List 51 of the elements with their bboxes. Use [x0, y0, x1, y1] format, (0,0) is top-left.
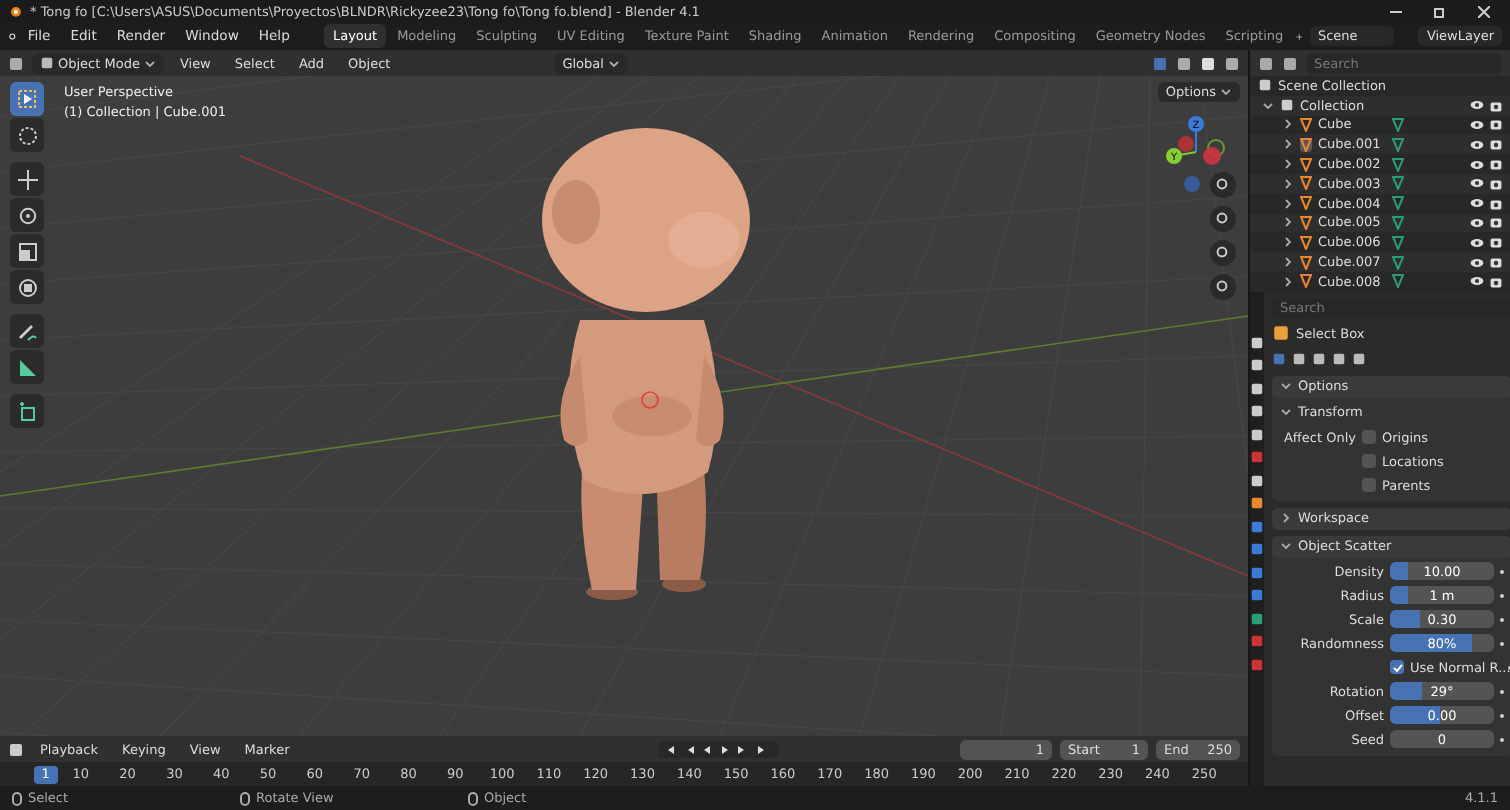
chevron-icon[interactable]: [607, 57, 620, 69]
select-box-tool[interactable]: [10, 82, 44, 116]
add-cube-tool[interactable]: [10, 394, 44, 428]
add-icon[interactable]: [1295, 29, 1302, 43]
cursor-icon: [18, 90, 36, 108]
minimize-icon[interactable]: [1390, 5, 1402, 17]
eye-icon[interactable]: [1470, 100, 1484, 111]
eye-icon[interactable]: [1470, 276, 1484, 287]
viewport-nav-button[interactable]: [1210, 206, 1236, 232]
eye-icon[interactable]: [1470, 139, 1484, 150]
checkbox[interactable]: [1390, 660, 1404, 675]
chevron-icon[interactable]: [1220, 86, 1232, 98]
move-arrows-icon: [17, 169, 37, 189]
chevron-icon[interactable]: [143, 57, 156, 69]
checkbox[interactable]: [1362, 430, 1376, 445]
checkbox[interactable]: [1362, 454, 1376, 469]
eye-icon[interactable]: [1470, 178, 1484, 189]
playback-controls-icon[interactable]: [657, 741, 778, 757]
ruler-icon: [17, 357, 37, 377]
move-tool[interactable]: [10, 162, 44, 196]
restore-icon[interactable]: [1434, 5, 1446, 17]
viewport-nav-button[interactable]: [1210, 240, 1236, 266]
transform-icon: [17, 277, 37, 297]
scale-icon: [17, 241, 37, 261]
eye-icon[interactable]: [1470, 198, 1484, 209]
eye-icon[interactable]: [1470, 217, 1484, 228]
viewport-nav-button[interactable]: [1210, 172, 1236, 198]
editor-type-icon[interactable]: [1258, 55, 1274, 71]
eye-icon[interactable]: [1470, 119, 1484, 130]
eye-icon[interactable]: [1470, 237, 1484, 248]
rotate-icon: [17, 205, 37, 225]
cursor-tool[interactable]: [10, 118, 44, 152]
chevron-icon[interactable]: [1280, 540, 1292, 553]
mouse-icon: [240, 791, 250, 805]
mouse-icon: [12, 791, 22, 805]
editor-type-icon[interactable]: [8, 55, 24, 71]
checkbox[interactable]: [1362, 478, 1376, 493]
measure-tool[interactable]: [10, 350, 44, 384]
chevron-icon[interactable]: [1262, 99, 1274, 112]
mouse-icon: [468, 791, 478, 805]
pencil-icon: [17, 321, 37, 341]
close-icon[interactable]: [1478, 5, 1490, 17]
crosshair-circle-icon: [17, 125, 37, 145]
viewport-nav-button[interactable]: [1210, 274, 1236, 300]
annotate-tool[interactable]: [10, 314, 44, 348]
eye-icon[interactable]: [1470, 257, 1484, 268]
rotate-tool[interactable]: [10, 198, 44, 232]
eye-icon[interactable]: [1470, 159, 1484, 170]
transform-tool[interactable]: [10, 270, 44, 304]
chevron-icon[interactable]: [1280, 512, 1292, 525]
scale-tool[interactable]: [10, 234, 44, 268]
